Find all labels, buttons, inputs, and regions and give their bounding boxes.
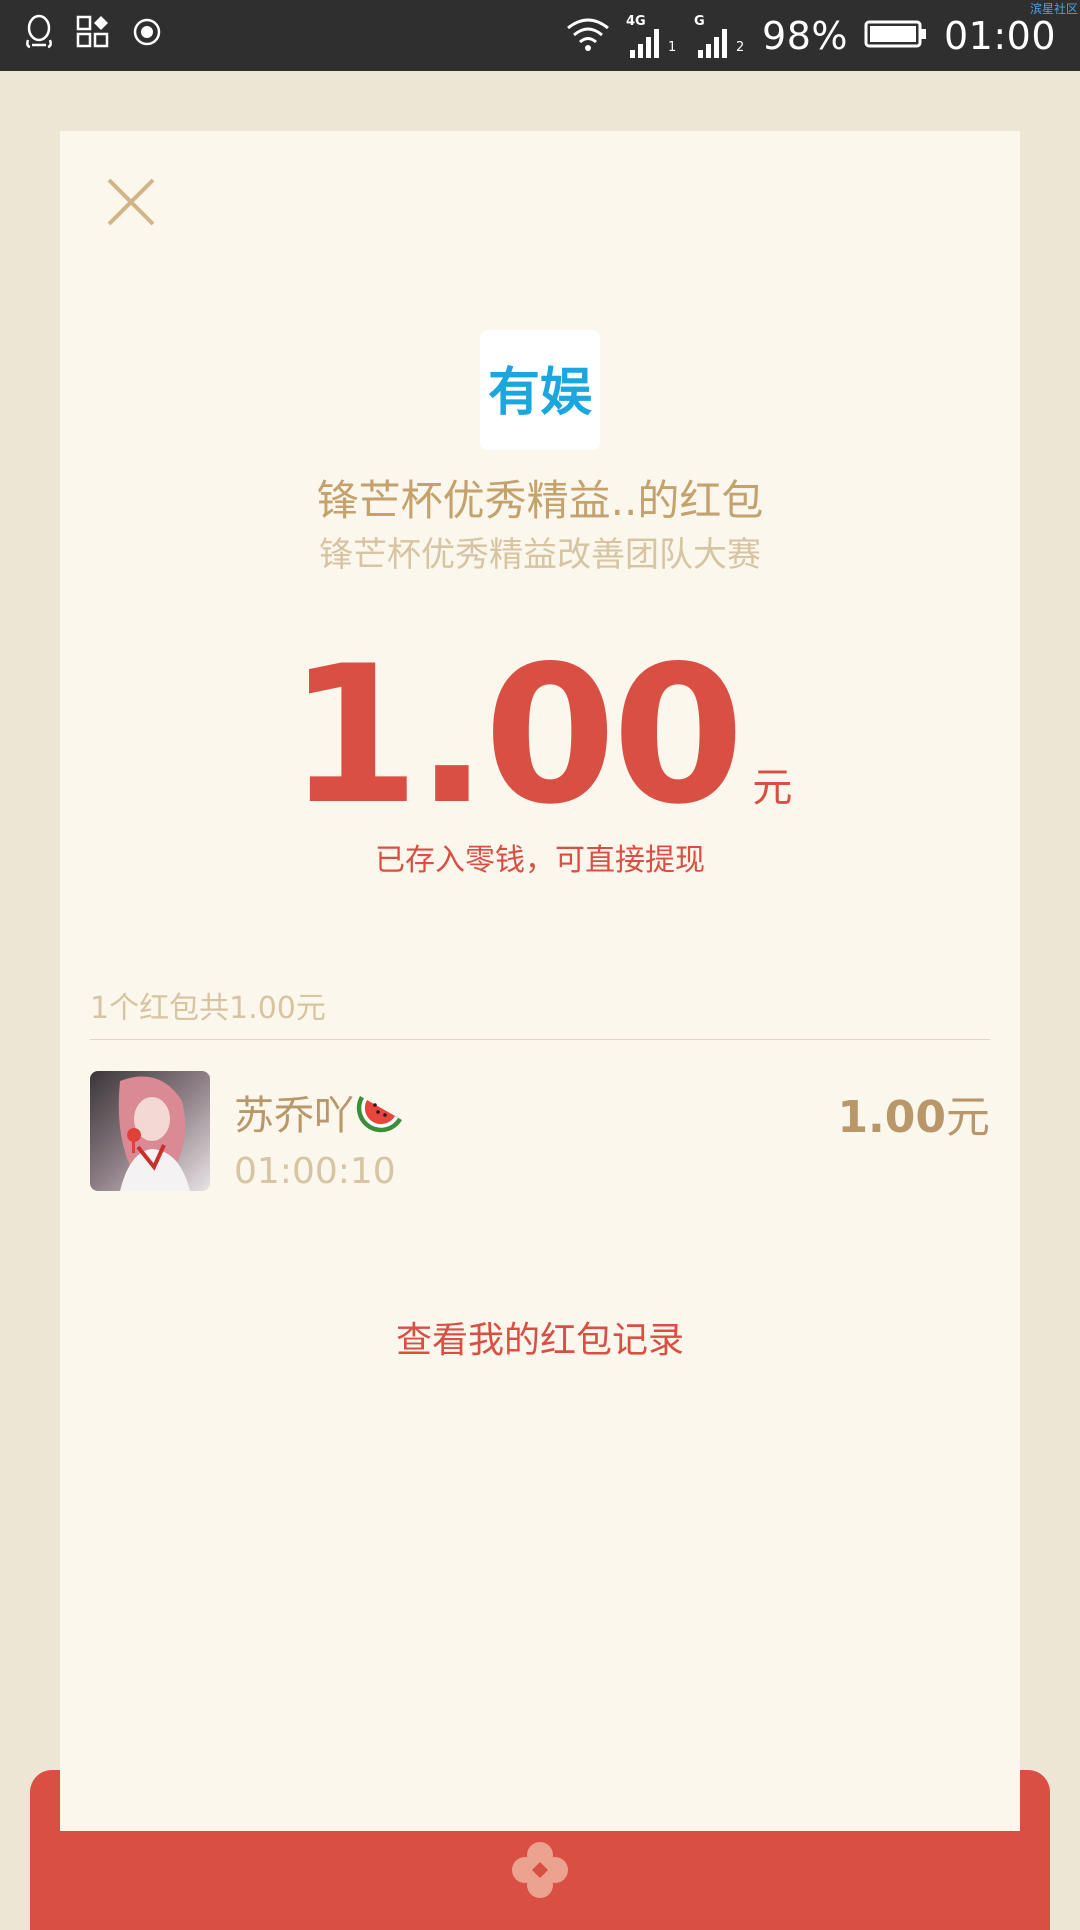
packet-subtitle: 锋芒杯优秀精益改善团队大赛 xyxy=(319,535,761,575)
sender-logo: 有娱 xyxy=(480,330,600,450)
packet-title: 锋芒杯优秀精益..的红包 xyxy=(316,476,764,525)
battery-icon xyxy=(864,19,928,53)
card-zigzag-edge xyxy=(60,1770,1020,1810)
avatar[interactable] xyxy=(90,1071,210,1191)
amount-value: 1.00 xyxy=(287,625,745,846)
recipient-amount: 1.00元 xyxy=(837,1081,990,1145)
packet-detail-card: 有娱 锋芒杯优秀精益..的红包 锋芒杯优秀精益改善团队大赛 1.00 元 已存入… xyxy=(60,131,1020,1831)
amount-display: 1.00 元 xyxy=(60,631,1020,831)
record-icon xyxy=(132,17,162,51)
qq-icon xyxy=(24,14,54,54)
view-records-link[interactable]: 查看我的红包记录 xyxy=(60,1311,1020,1363)
recipient-name-text: 苏乔吖 xyxy=(234,1093,354,1139)
recipient-amount-value: 1.00 xyxy=(837,1092,946,1143)
sim-index-label: 1 xyxy=(668,40,677,55)
amount-unit: 元 xyxy=(752,765,793,811)
app-store-icon xyxy=(76,15,110,53)
sender-logo-text: 有娱 xyxy=(488,363,592,423)
sim-index-label: 2 xyxy=(736,40,745,55)
status-bar: 4G 1 G 2 98% 01:00 滨星社区 xyxy=(0,0,1080,71)
corner-watermark: 滨星社区 xyxy=(1029,2,1078,16)
divider xyxy=(90,1039,990,1040)
signal-icon-sim1: 4G 1 xyxy=(626,14,678,58)
deposit-note: 已存入零钱，可直接提现 xyxy=(375,843,705,878)
battery-percent: 98% xyxy=(762,14,848,58)
wifi-icon xyxy=(566,16,610,56)
envelope-flower-icon xyxy=(512,1842,568,1898)
recipient-name: 苏乔吖 🍉 xyxy=(234,1083,406,1141)
watermelon-emoji-icon xyxy=(356,1096,402,1133)
packet-summary: 1个红包共1.00元 xyxy=(90,991,326,1026)
close-icon[interactable] xyxy=(103,174,159,230)
recipient-time: 01:00:10 xyxy=(234,1151,396,1192)
signal-icon-sim2: G 2 xyxy=(694,14,746,58)
recipient-amount-unit: 元 xyxy=(946,1092,990,1143)
recipient-row[interactable]: 苏乔吖 🍉 01:00:10 1.00元 xyxy=(90,1071,990,1192)
clock: 01:00 xyxy=(943,14,1056,58)
